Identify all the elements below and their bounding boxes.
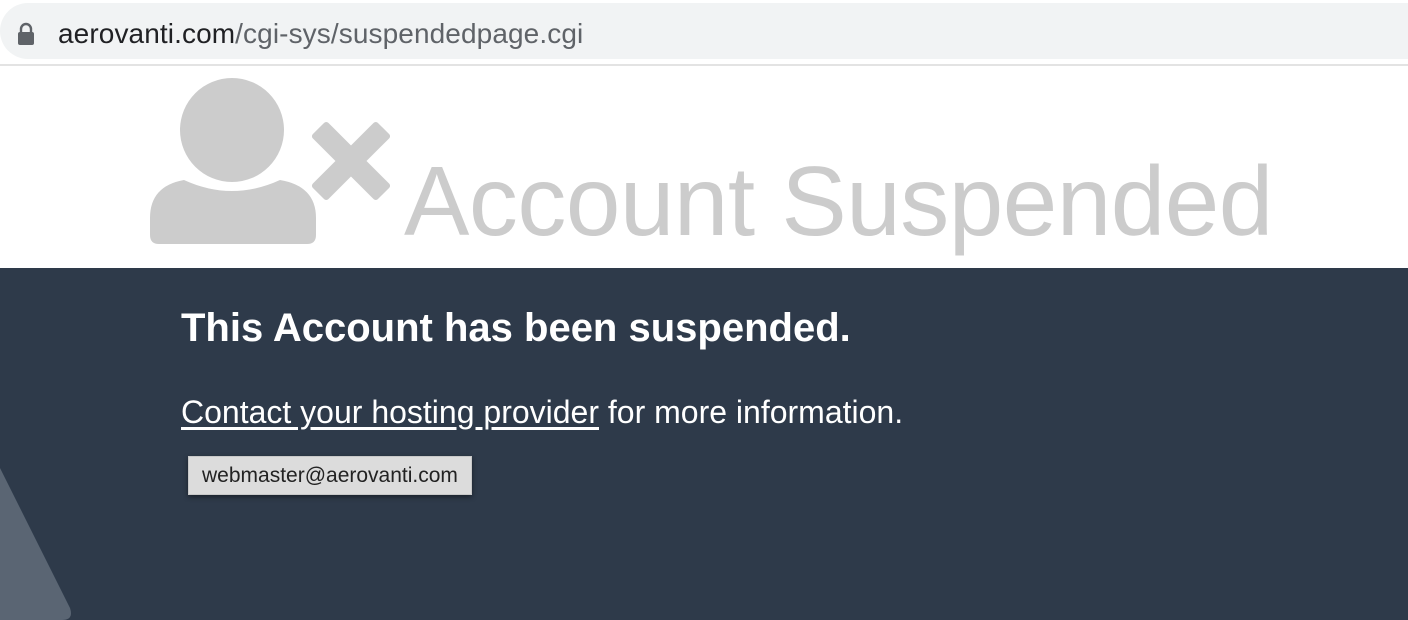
contact-info-line: Contact your hosting provider for more i… <box>181 392 903 432</box>
url-field[interactable]: aerovanti.com/cgi-sys/suspendedpage.cgi <box>0 3 1408 59</box>
lock-icon[interactable] <box>16 22 36 46</box>
suspension-notice-panel: This Account has been suspended. Contact… <box>0 268 1408 620</box>
suspension-headline: This Account has been suspended. <box>181 306 851 350</box>
decorative-shape <box>0 468 71 620</box>
user-x-icon <box>150 78 390 244</box>
url-text[interactable]: aerovanti.com/cgi-sys/suspendedpage.cgi <box>58 16 583 52</box>
url-path: /cgi-sys/suspendedpage.cgi <box>235 18 584 49</box>
email-tooltip: webmaster@aerovanti.com <box>188 456 472 495</box>
url-domain: aerovanti.com <box>58 18 236 49</box>
account-suspended-title: Account Suspended <box>404 146 1273 256</box>
contact-provider-link[interactable]: Contact your hosting provider <box>181 394 599 430</box>
browser-address-bar: aerovanti.com/cgi-sys/suspendedpage.cgi <box>0 0 1408 66</box>
contact-info-suffix: for more information. <box>599 394 904 430</box>
